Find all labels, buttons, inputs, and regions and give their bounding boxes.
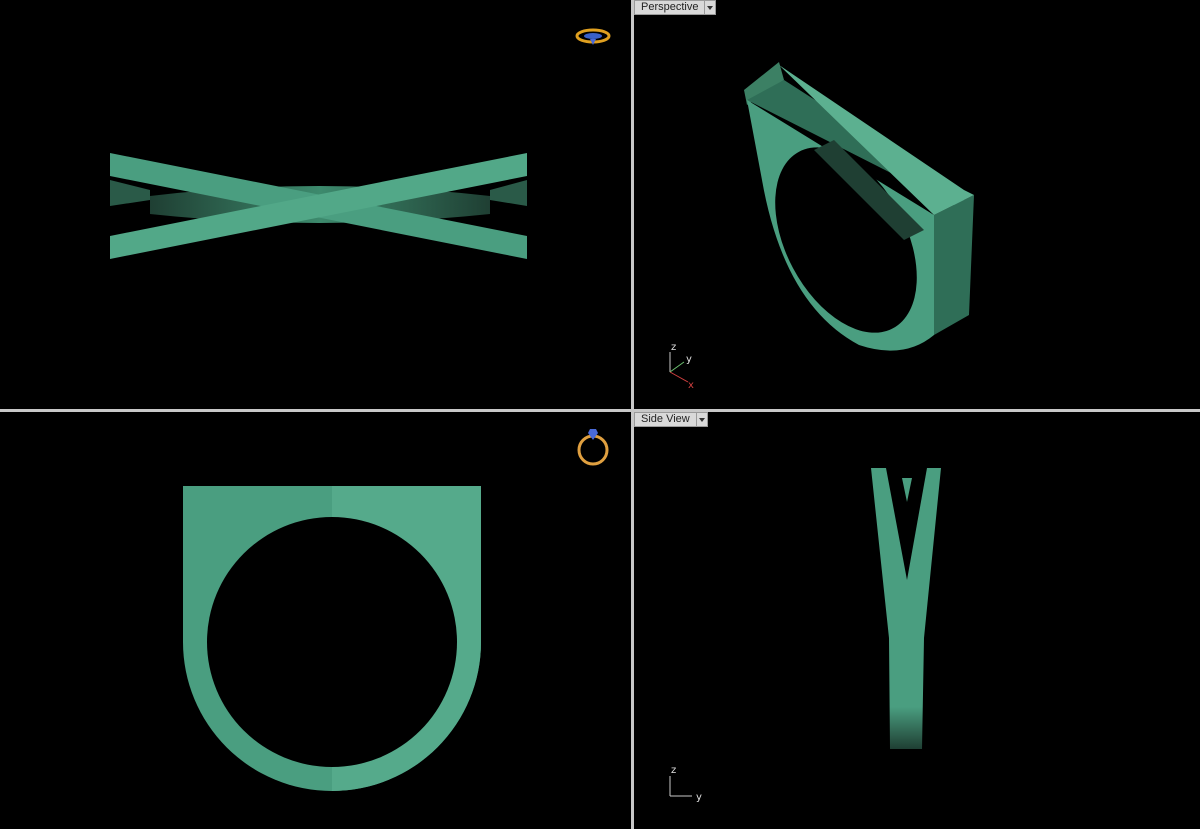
ring-nav-icon-front[interactable] — [577, 429, 609, 466]
ring-side-view — [871, 468, 941, 749]
viewport-top[interactable] — [0, 0, 631, 409]
axis-x-label: x — [688, 380, 694, 391]
chevron-down-icon[interactable] — [705, 0, 717, 15]
ring-top-view — [110, 153, 527, 259]
side-label-text: Side View — [634, 412, 697, 427]
ring-nav-icon[interactable] — [575, 28, 611, 45]
front-view-canvas — [183, 429, 609, 791]
axis-z-label: z — [671, 342, 676, 353]
top-view-canvas — [110, 28, 611, 259]
side-view-label[interactable]: Side View — [634, 412, 708, 427]
side-view-canvas: z y — [669, 468, 941, 803]
chevron-down-icon[interactable] — [696, 412, 708, 427]
axis-gizmo-side: z y — [669, 765, 702, 803]
viewport-front[interactable] — [0, 412, 631, 829]
viewport-perspective[interactable]: z y x Perspective — [634, 0, 1200, 409]
perspective-view-label[interactable]: Perspective — [634, 0, 717, 15]
viewport-side[interactable]: z y Side View — [634, 412, 1200, 829]
ring-front-view — [183, 486, 481, 791]
ring-perspective — [744, 62, 974, 351]
axis-y-label: y — [686, 354, 692, 365]
axis-y-label-side: y — [696, 792, 702, 803]
perspective-label-text: Perspective — [634, 0, 706, 15]
axis-z-label-side: z — [671, 765, 676, 776]
axis-gizmo-perspective: z y x — [669, 342, 694, 391]
perspective-canvas: z y x — [669, 62, 974, 391]
